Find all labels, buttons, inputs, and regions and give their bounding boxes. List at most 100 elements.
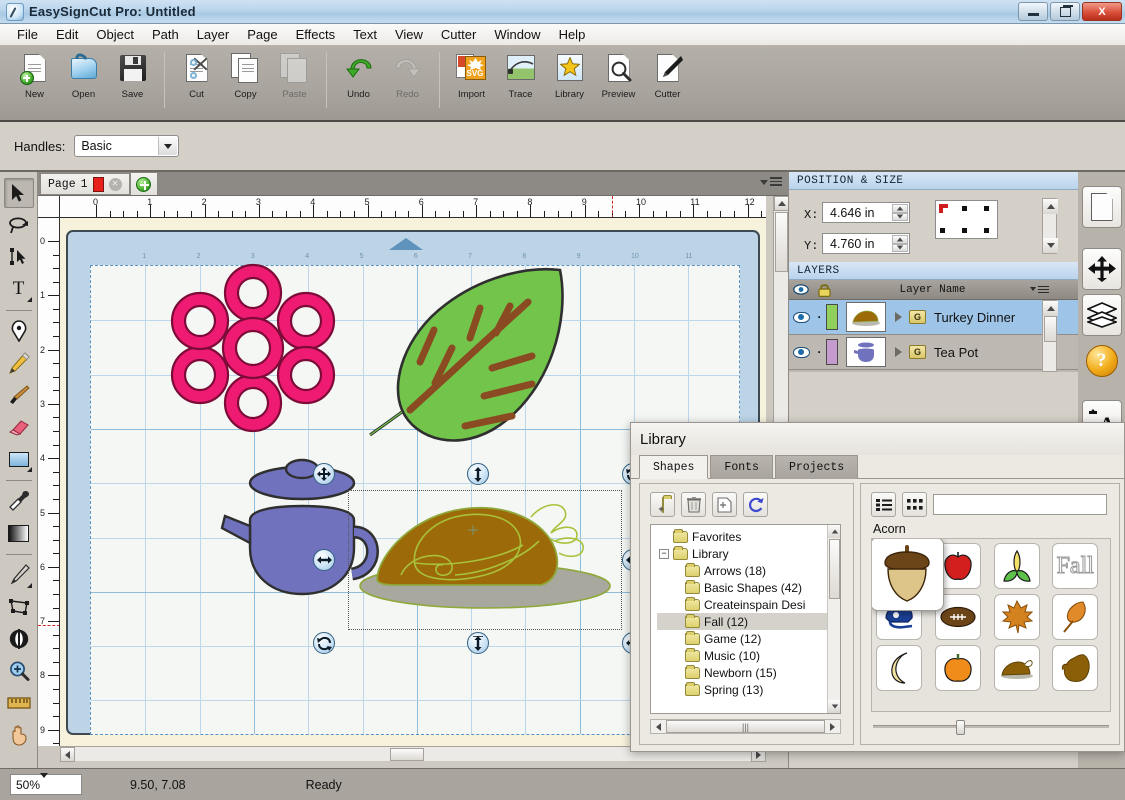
page-color-swatch[interactable] [93,177,104,192]
eyedropper-tool[interactable] [4,486,34,516]
tree-vertical-scrollbar[interactable] [827,525,840,713]
move-handle[interactable] [313,463,335,485]
tab-options-menu-icon[interactable] [760,177,782,188]
turkey-bird-tile[interactable] [1052,645,1098,691]
brush-tool[interactable] [4,380,34,410]
transform-panel-button[interactable] [1082,248,1122,290]
toolbar-paste-button[interactable]: Paste [270,52,319,100]
padlock-icon[interactable] [813,283,835,297]
tree-scroll-thumb[interactable] [829,539,840,599]
menu-effects[interactable]: Effects [287,25,345,44]
pen-tool[interactable] [4,316,34,346]
menu-object[interactable]: Object [87,25,143,44]
shape-search-input[interactable] [933,494,1107,515]
layers-scrollbar[interactable] [1042,300,1057,372]
vertical-scroll-thumb[interactable] [775,212,788,272]
collapse-minus-icon[interactable]: − [659,549,669,559]
menu-view[interactable]: View [386,25,432,44]
page-tab-1[interactable]: Page 1 ✕ [40,173,130,194]
layer-lock-toggle[interactable]: · [813,345,826,359]
menu-edit[interactable]: Edit [47,25,87,44]
pan-tool[interactable] [4,720,34,750]
layer-visibility-toggle[interactable] [789,347,813,358]
position-size-scrollbar[interactable] [1042,198,1057,254]
shape-zoom-slider[interactable] [873,718,1109,734]
measure-tool[interactable] [4,688,34,718]
tree-item-arrows[interactable]: Arrows (18) [657,562,840,579]
maple-leaf-tile[interactable] [994,594,1040,640]
x-field[interactable]: 4.646 in [822,202,910,223]
shape-zoom-slider-thumb[interactable] [956,720,965,735]
node-edit-tool[interactable] [4,242,34,272]
menu-page[interactable]: Page [238,25,286,44]
text-tool[interactable]: T [4,274,34,304]
toolbar-open-button[interactable]: Open [59,52,108,100]
grid-view-button[interactable] [902,492,927,517]
layer-color-chip[interactable] [826,304,838,330]
pumpkin-tile[interactable] [935,645,981,691]
chevron-down-icon[interactable] [158,137,177,155]
menu-cutter[interactable]: Cutter [432,25,485,44]
tree-item-newborn[interactable]: Newborn (15) [657,664,840,681]
table-row[interactable]: · G Turkey Dinner [789,300,1079,335]
library-dialog[interactable]: Library Shapes Fonts Projects + [630,422,1125,752]
tab-shapes[interactable]: Shapes [639,455,708,479]
toolbar-library-button[interactable]: Library [545,52,594,100]
y-spinner[interactable] [892,235,908,252]
corn-tile[interactable] [994,543,1040,589]
lasso-tool[interactable] [4,210,34,240]
tree-item-basic-shapes[interactable]: Basic Shapes (42) [657,579,840,596]
tab-projects[interactable]: Projects [775,455,858,479]
toolbar-preview-button[interactable]: Preview [594,52,643,100]
refresh-button[interactable] [743,492,768,517]
tree-h-scroll-thumb[interactable]: ||| [666,720,825,733]
rectangle-tool[interactable] [4,444,34,474]
handles-select[interactable]: Basic [74,135,179,157]
resize-left-handle[interactable] [313,549,335,571]
toolbar-save-button[interactable]: Save [108,52,157,100]
tree-item-spring[interactable]: Spring (13) [657,681,840,698]
menu-help[interactable]: Help [550,25,595,44]
toolbar-undo-button[interactable]: Undo [334,52,383,100]
roast-turkey-tile[interactable] [994,645,1040,691]
table-row[interactable]: · G Tea Pot [789,335,1079,370]
x-spinner[interactable] [892,204,908,221]
tree-item-game[interactable]: Game (12) [657,630,840,647]
layer-visibility-toggle[interactable] [789,312,813,323]
layers-scroll-thumb[interactable] [1044,316,1057,342]
list-view-button[interactable] [871,492,896,517]
menu-window[interactable]: Window [485,25,549,44]
resize-bottom-handle[interactable] [467,632,489,654]
table-row[interactable]: · G Leaf 3 [789,370,1079,372]
tree-scroll-right-button[interactable] [825,719,840,734]
rotate-bottom-left-handle[interactable] [313,632,335,654]
layer-color-chip[interactable] [826,339,838,365]
gradient-tool[interactable] [4,518,34,548]
toolbar-trace-button[interactable]: Trace [496,52,545,100]
maximize-button[interactable] [1050,2,1080,21]
new-folder-button[interactable]: + [650,492,675,517]
tab-fonts[interactable]: Fonts [710,455,773,479]
delete-button[interactable] [681,492,706,517]
crescent-moon-tile[interactable] [876,645,922,691]
tree-scroll-down-button[interactable] [828,700,841,713]
menu-file[interactable]: File [8,25,47,44]
layer-lock-toggle[interactable]: · [813,310,826,324]
tree-item-favorites[interactable]: Favorites [657,528,840,545]
layers-scroll-up-button[interactable] [1043,301,1058,316]
tree-horizontal-scrollbar[interactable]: ||| [650,719,841,734]
scroll-left-button[interactable] [60,747,75,762]
autumn-leaf-tile[interactable] [1052,594,1098,640]
menu-path[interactable]: Path [143,25,188,44]
toolbar-cut-button[interactable]: Cut [172,52,221,100]
tree-item-fall[interactable]: Fall (12) [657,613,840,630]
menu-layer[interactable]: Layer [188,25,239,44]
anchor-grid-icon[interactable] [935,200,998,239]
layers-panel-button[interactable] [1082,294,1122,336]
scroll-up-button[interactable] [774,196,789,211]
tree-scroll-up-button[interactable] [828,525,841,538]
acorn-hover-preview[interactable] [871,538,944,611]
import-shape-button[interactable] [712,492,737,517]
eraser-tool[interactable] [4,412,34,442]
menu-text[interactable]: Text [344,25,386,44]
